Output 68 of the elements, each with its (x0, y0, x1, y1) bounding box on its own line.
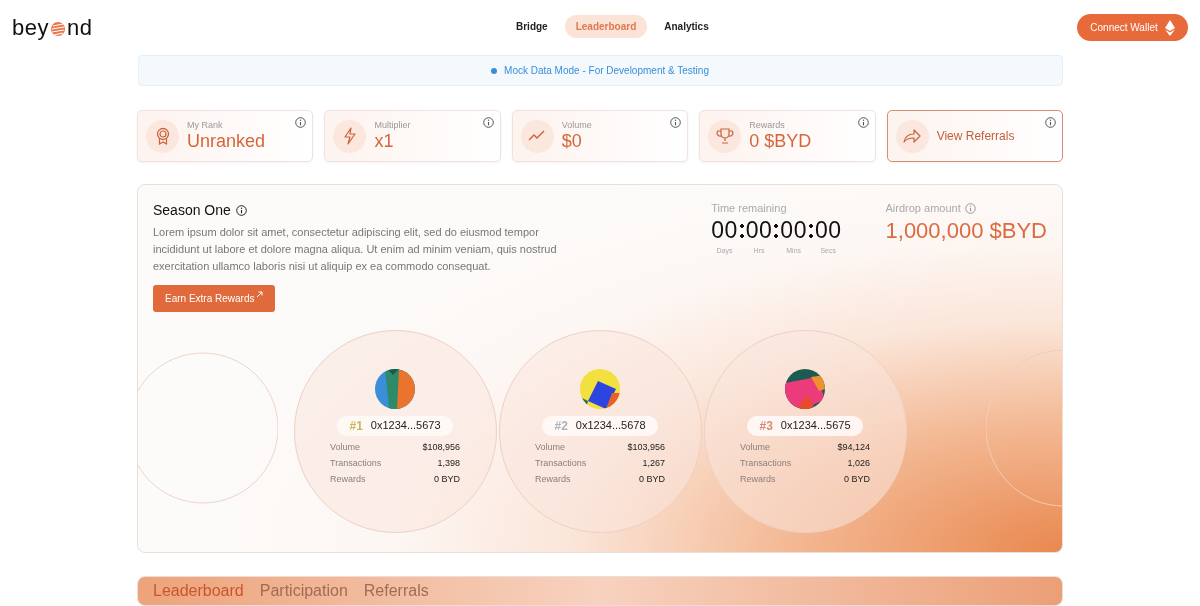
stat-value: 1,026 (847, 458, 870, 468)
info-icon (857, 117, 869, 128)
rank-label: #2 (554, 419, 568, 433)
season-description: Lorem ipsum dolor sit amet, consectetur adipiscing elit, sed do eiusmod tempor incididunt ut labore et dolore magna aliqua. Ut enim ad minim veniam, quis nostrud exercitation ullamco laboris nisi ut aliquip ex ea commodo consequat. (153, 225, 558, 274)
rank-label: #1 (349, 419, 363, 433)
stat-label: Volume (561, 120, 592, 130)
nav-link[interactable]: Bridge (505, 15, 559, 38)
stat-label: Volume (535, 442, 566, 452)
status-dot-icon (491, 67, 498, 74)
stat-value: $94,124 (837, 442, 870, 452)
stat-label: My Rank (187, 120, 224, 130)
stat-label: Volume (740, 442, 771, 452)
view-referrals-button[interactable]: View Referrals (886, 110, 1064, 162)
stat-value: Unranked (187, 131, 266, 152)
airdrop-label: Airdrop amount (885, 202, 961, 214)
info-icon (1045, 117, 1057, 128)
share-arrow-icon (903, 127, 922, 145)
wallet-address: 0x1234...5678 (575, 419, 646, 433)
timer-label: Time remaining (711, 202, 788, 214)
stat-value: 0 BYD (639, 474, 665, 484)
trophy-icon (715, 127, 734, 145)
stat-value: 0 BYD (844, 474, 870, 484)
info-icon (295, 117, 307, 128)
stat-value: 1,267 (642, 458, 665, 468)
countdown-value: 00 (745, 217, 773, 244)
stat-value: 1,398 (437, 458, 460, 468)
tab[interactable]: Referrals (363, 582, 429, 600)
stat-label: Transactions (740, 458, 792, 468)
stat-label: Volume (330, 442, 361, 452)
info-icon (235, 204, 247, 216)
info-icon (964, 202, 976, 214)
external-link-icon (256, 291, 264, 298)
wallet-address: 0x1234...5675 (780, 419, 851, 433)
nav-link[interactable]: Analytics (653, 15, 720, 38)
wallet-address: 0x1234...5673 (370, 419, 441, 433)
countdown-value: 00 (814, 217, 842, 244)
stat-label: Transactions (535, 458, 587, 468)
stat-label: Rewards (330, 474, 366, 484)
diamond-icon (1164, 19, 1175, 36)
airdrop-amount: 1,000,000 $BYD (885, 218, 1047, 244)
stat-label: Rewards (535, 474, 571, 484)
avatar-icon (580, 369, 620, 409)
ball-icon (50, 21, 66, 37)
avatar-icon (785, 369, 825, 409)
info-icon (482, 117, 494, 128)
earn-rewards-button[interactable]: Earn Extra Rewards (153, 285, 276, 312)
rank-label: #3 (759, 419, 773, 433)
stat-value: $0 (561, 131, 583, 152)
tab[interactable]: Participation (259, 582, 348, 600)
stat-label: Rewards (740, 474, 776, 484)
logo[interactable]: bey nd (12, 14, 122, 41)
stat-label: Transactions (330, 458, 382, 468)
stat-value: x1 (374, 131, 395, 152)
info-icon (670, 117, 682, 128)
nav-link[interactable]: Leaderboard (564, 15, 648, 38)
stat-value: $103,956 (627, 442, 665, 452)
connect-wallet-button[interactable]: Connect Wallet (1077, 14, 1188, 41)
season-title: Season One (153, 202, 231, 218)
stat-value: 0 BYD (434, 474, 460, 484)
stat-label: Rewards (749, 120, 786, 130)
tab[interactable]: Leaderboard (153, 582, 244, 600)
countdown-value: 00 (780, 217, 807, 244)
countdown-value: 00 (711, 217, 738, 244)
banner-text: Mock Data Mode - For Development & Testing (504, 65, 709, 76)
stat-value: $108,956 (422, 442, 460, 452)
avatar-icon (375, 369, 415, 409)
stat-label: Multiplier (374, 120, 411, 130)
stat-value: 0 $BYD (749, 131, 812, 152)
